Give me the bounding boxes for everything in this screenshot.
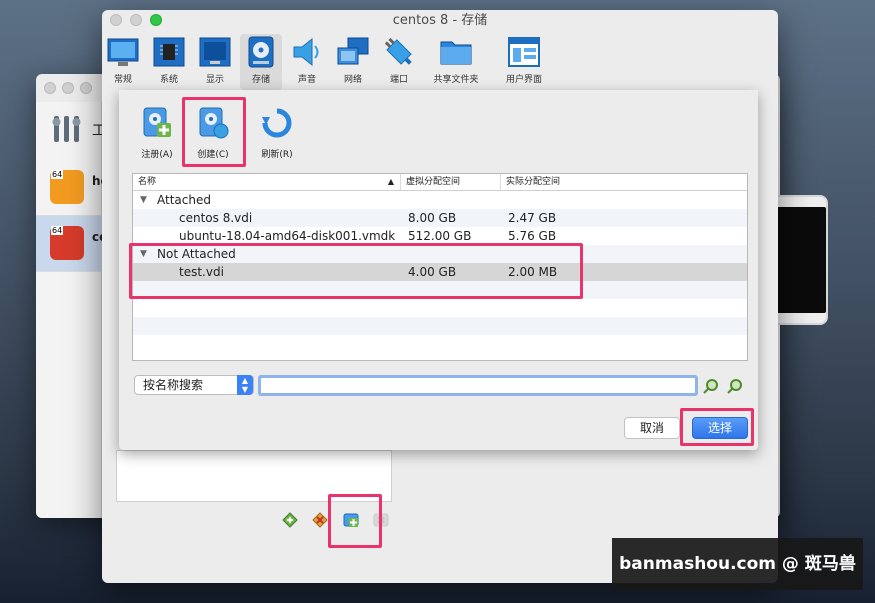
shared-folder-icon <box>439 36 473 68</box>
table-row[interactable]: centos 8.vdi 8.00 GB 2.47 GB <box>133 209 747 227</box>
zoom-window-dot[interactable] <box>80 82 92 94</box>
tab-label: 系统 <box>159 75 178 85</box>
highlight-create-button <box>182 97 246 167</box>
search-next-icon[interactable] <box>726 377 744 395</box>
tab-label: 存储 <box>251 75 270 85</box>
vm-os-icon: 64 <box>50 226 84 260</box>
vm-list-item-selected[interactable]: 64 ce <box>36 216 107 272</box>
tab-label: 声音 <box>297 75 316 85</box>
empty-row <box>133 317 747 335</box>
tab-label: 用户界面 <box>505 75 542 85</box>
tab-system[interactable]: 系统 <box>152 34 186 90</box>
system-chip-icon <box>152 36 186 68</box>
tab-label: 常规 <box>113 75 132 85</box>
window-title: centos 8 - 存储 <box>392 13 488 28</box>
highlight-add-disk-icon <box>328 494 382 548</box>
tab-display[interactable]: 显示 <box>198 34 232 90</box>
display-monitor-icon <box>198 36 232 68</box>
tab-label: 网络 <box>343 75 362 85</box>
tab-label: 端口 <box>389 75 408 85</box>
tab-user-interface[interactable]: 用户界面 <box>496 34 552 90</box>
tool-label: 刷新(R) <box>261 150 293 160</box>
zoom-button[interactable] <box>150 14 162 26</box>
settings-toolbar: 常规 系统 显示 存储 声音 网络 端口 共享文件夹 用户界面 <box>102 32 778 92</box>
refresh-icon <box>260 106 294 140</box>
port-plug-icon <box>382 36 416 68</box>
select-arrows-icon: ▲ ▼ <box>237 375 253 395</box>
tab-audio[interactable]: 声音 <box>290 34 324 90</box>
column-virtual-size-header[interactable]: 虚拟分配空间 <box>401 174 501 190</box>
close-window-dot[interactable] <box>44 82 56 94</box>
empty-row <box>133 335 747 353</box>
tools-icon[interactable] <box>50 112 84 146</box>
remove-attachment-icon[interactable] <box>312 512 328 528</box>
tab-label: 共享文件夹 <box>433 75 479 85</box>
network-icon <box>336 36 370 68</box>
minimize-button[interactable] <box>130 14 142 26</box>
tab-general[interactable]: 常规 <box>106 34 140 90</box>
tab-shared-folders[interactable]: 共享文件夹 <box>428 34 484 90</box>
tab-storage[interactable]: 存储 <box>240 34 282 90</box>
vm-os-icon: 64 <box>50 170 84 204</box>
search-mode-select[interactable]: 按名称搜索 ▲ ▼ <box>134 375 254 395</box>
refresh-button[interactable]: 刷新(R) <box>249 100 305 162</box>
group-row-attached[interactable]: ▼ Attached <box>133 191 747 209</box>
highlight-choose-button <box>680 408 754 446</box>
close-button[interactable] <box>110 14 122 26</box>
tab-label: 显示 <box>205 75 224 85</box>
vm-list-item[interactable]: 64 he <box>36 160 109 216</box>
tool-label: 注册(A) <box>141 150 173 160</box>
column-name-header[interactable]: 名称 ▲ <box>133 174 401 190</box>
empty-row <box>133 299 747 317</box>
table-header: 名称 ▲ 虚拟分配空间 实际分配空间 <box>133 174 747 191</box>
register-disk-button[interactable]: 注册(A) <box>129 100 185 162</box>
add-attachment-icon[interactable] <box>282 512 298 528</box>
add-disk-icon <box>140 106 174 140</box>
tab-network[interactable]: 网络 <box>336 34 370 90</box>
disclosure-triangle-icon[interactable]: ▼ <box>140 191 147 209</box>
search-previous-icon[interactable] <box>702 377 720 395</box>
cancel-button[interactable]: 取消 <box>624 417 680 439</box>
storage-disk-icon <box>244 36 278 68</box>
column-actual-size-header[interactable]: 实际分配空间 <box>501 174 747 190</box>
sort-arrow-icon: ▲ <box>387 177 394 186</box>
general-icon <box>106 36 140 68</box>
minimize-window-dot[interactable] <box>62 82 74 94</box>
user-interface-icon <box>507 36 541 68</box>
highlight-not-attached-group <box>129 243 583 299</box>
vm-list-sidebar: 工 64 he 64 ce <box>36 102 109 518</box>
watermark: banmashou.com @ 斑马兽 <box>612 538 863 590</box>
search-input[interactable] <box>258 375 698 396</box>
tab-ports[interactable]: 端口 <box>382 34 416 90</box>
speaker-icon <box>290 36 324 68</box>
